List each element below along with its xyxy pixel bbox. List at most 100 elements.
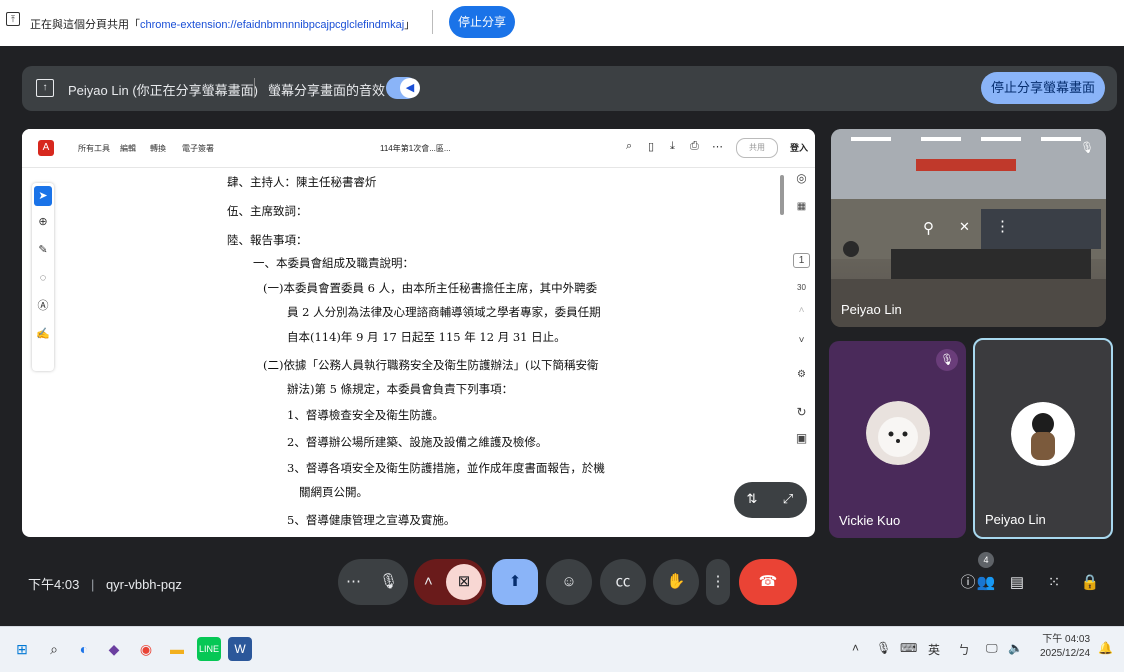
pin-icon[interactable]: ⚲ [923,219,934,237]
tab-sharing-bar: ⤒ 正在與這個分頁共用「chrome-extension://efaidnbmn… [0,0,1124,46]
stop-sharing-button[interactable]: 停止分享 [449,6,515,38]
reactions-icon[interactable]: ☺ [546,559,592,605]
share-button[interactable]: 共用 [736,138,778,158]
divider [432,10,433,34]
line-app-icon[interactable]: LINE [197,637,221,661]
menu-convert[interactable]: 轉換 [150,143,166,154]
chevron-up-icon[interactable]: ˄ [852,641,859,655]
doc-line: 伍、主席致詞： [227,204,308,218]
print-icon[interactable]: ⎙ [690,140,699,153]
windows-start-icon[interactable]: ⊞ [10,637,34,661]
chevron-down-icon[interactable]: ˅ [788,335,815,346]
page-total: 30 [797,283,806,292]
captions-icon[interactable]: ㏄ [600,559,646,605]
expand-icon[interactable]: ⤢ [778,491,798,507]
raise-hand-icon[interactable]: ✋ [653,559,699,605]
login-button[interactable]: 登入 [790,141,808,154]
system-time: 下午 04:03 [1042,634,1091,645]
camera-off-icon[interactable]: ⊠ [446,564,482,600]
acrobat-logo-icon: A [38,140,54,156]
divider: | [90,577,95,592]
swap-icon[interactable]: ⇅ [742,491,762,507]
microphone-icon[interactable]: 🎙 [379,559,398,605]
page-view-icon[interactable]: ▯ [648,140,654,153]
search-icon[interactable]: ⌕ [626,140,632,153]
participant-tile-active[interactable]: Peiyao Lin [973,338,1113,539]
participant-count-badge: 4 [978,552,994,568]
participant-tile[interactable]: 🎙 ⚲ ✕ ⋮ Peiyao Lin [831,129,1106,327]
doc-line: 1、督導檢查安全及衛生防護。 [287,408,444,422]
shared-screen: A 所有工具 編輯 轉換 電子簽署 114年第1次會...區... ⌕ ▯ ⤓ … [22,129,815,537]
microphone-icon[interactable]: 🎙 [876,641,891,655]
app-icon[interactable]: ◆ [102,637,126,661]
present-icon[interactable]: ⬆ [492,559,538,605]
menu-edit[interactable]: 編輯 [120,143,136,154]
menu-all-tools[interactable]: 所有工具 [78,143,110,154]
zoom-icon[interactable]: ⊕ [32,211,54,233]
stop-presenting-button[interactable]: 停止分享螢幕畫面 [981,72,1105,104]
thumbnails-icon[interactable]: ▦ [788,201,815,212]
chevron-up-icon[interactable]: ˄ [788,305,815,316]
ime-mode[interactable]: 英 [928,641,940,658]
host-controls-icon[interactable]: 🔒 [1078,571,1102,595]
more-options-icon[interactable]: ⋮ [706,559,730,605]
menu-esign[interactable]: 電子簽署 [182,143,214,154]
system-clock[interactable]: 下午 04:03 2025/12/24 [1040,633,1090,661]
mute-icon[interactable]: ✕ [959,219,970,235]
more-audio-options-icon[interactable]: ⋯ [346,573,361,590]
cursor-icon[interactable]: ➤ [34,186,52,206]
doc-line: 2、督導辦公場所建築、設施及設備之維護及檢修。 [287,435,548,449]
shared-tab-url: chrome-extension://efaidnbmnnnibpcajpcgl… [140,19,405,31]
download-icon[interactable]: ⤓ [670,140,675,153]
meeting-time: 下午4:03 [28,577,80,592]
comment-icon[interactable]: ◎ [788,171,815,185]
more-options-icon[interactable]: ⋮ [995,217,1010,235]
microphone-control[interactable]: ⋯ 🎙 [338,559,408,605]
floating-controls: ⇅ ⤢ [734,482,807,518]
doc-line: (一)本委員會置委員 6 人，由本所主任秘書擔任主席，其中外聘委 [263,281,598,295]
notification-icon[interactable]: 🔔 [1098,641,1113,655]
page-number: 1 [788,253,815,268]
save-page-icon[interactable]: ▣ [788,431,815,445]
people-icon[interactable]: 👥 [974,571,998,595]
camera-control[interactable]: ˄ ⊠ [414,559,486,605]
keyboard-icon[interactable]: ⌨ [900,641,917,655]
present-icon: ↑ [36,79,54,97]
text-box-icon[interactable]: Ⓐ [32,295,54,317]
participant-name: Peiyao Lin [985,512,1046,527]
word-icon[interactable]: W [228,637,252,661]
activities-icon[interactable]: ⁙ [1042,571,1066,595]
read-aloud-icon[interactable]: ⚙ [788,369,815,380]
edge-icon[interactable]: ◐ [72,637,96,661]
sharing-message-suffix: 」 [404,19,416,31]
chrome-icon[interactable]: ◉ [134,637,158,661]
refresh-icon[interactable]: ↻ [788,405,815,419]
doc-line: (二)依據「公務人員執行職務安全及衛生防護辦法」(以下簡稱安衛 [263,358,599,372]
pdf-toolbar: A 所有工具 編輯 轉換 電子簽署 114年第1次會...區... ⌕ ▯ ⤓ … [22,129,815,168]
volume-icon[interactable]: 🔈 [1008,641,1023,655]
page-number-value[interactable]: 1 [792,253,811,268]
scrollbar-thumb[interactable] [780,175,784,215]
lasso-icon[interactable]: ◌ [32,267,54,289]
sharing-message: 正在與這個分頁共用「chrome-extension://efaidnbmnnn… [30,16,415,32]
mic-off-icon: 🎙 [936,349,958,371]
divider [254,78,255,98]
network-icon[interactable]: 🖵 [986,641,998,656]
end-call-icon[interactable]: ☎ [739,559,797,605]
chat-icon[interactable]: ▤ [1005,571,1029,595]
pdf-tool-palette: ➤ ⊕ ✎ ◌ Ⓐ ✍ [32,183,54,371]
file-explorer-icon[interactable]: ▬ [165,637,189,661]
participant-name: Peiyao Lin [841,302,902,317]
meeting-code[interactable]: qyr-vbbh-pqz [106,577,182,592]
document-title[interactable]: 114年第1次會...區... [380,143,451,154]
doc-line: 一、本委員會組成及職責說明： [253,256,414,270]
taskbar: ⊞ ⌕ ◐ ◆ ◉ ▬ LINE W ˄ 🎙 ⌨ 英 ㄅ 🖵 🔈 下午 04:0… [0,626,1124,672]
participant-tile[interactable]: 🎙 Vickie Kuo [829,341,966,538]
more-icon[interactable]: ⋯ [712,140,723,153]
chevron-up-icon[interactable]: ˄ [424,559,433,605]
signature-icon[interactable]: ✍ [32,323,54,345]
search-icon[interactable]: ⌕ [42,637,66,661]
pen-icon[interactable]: ✎ [32,239,54,261]
speaker-icon[interactable]: ◀ [400,78,420,98]
ime-icon[interactable]: ㄅ [958,641,970,658]
